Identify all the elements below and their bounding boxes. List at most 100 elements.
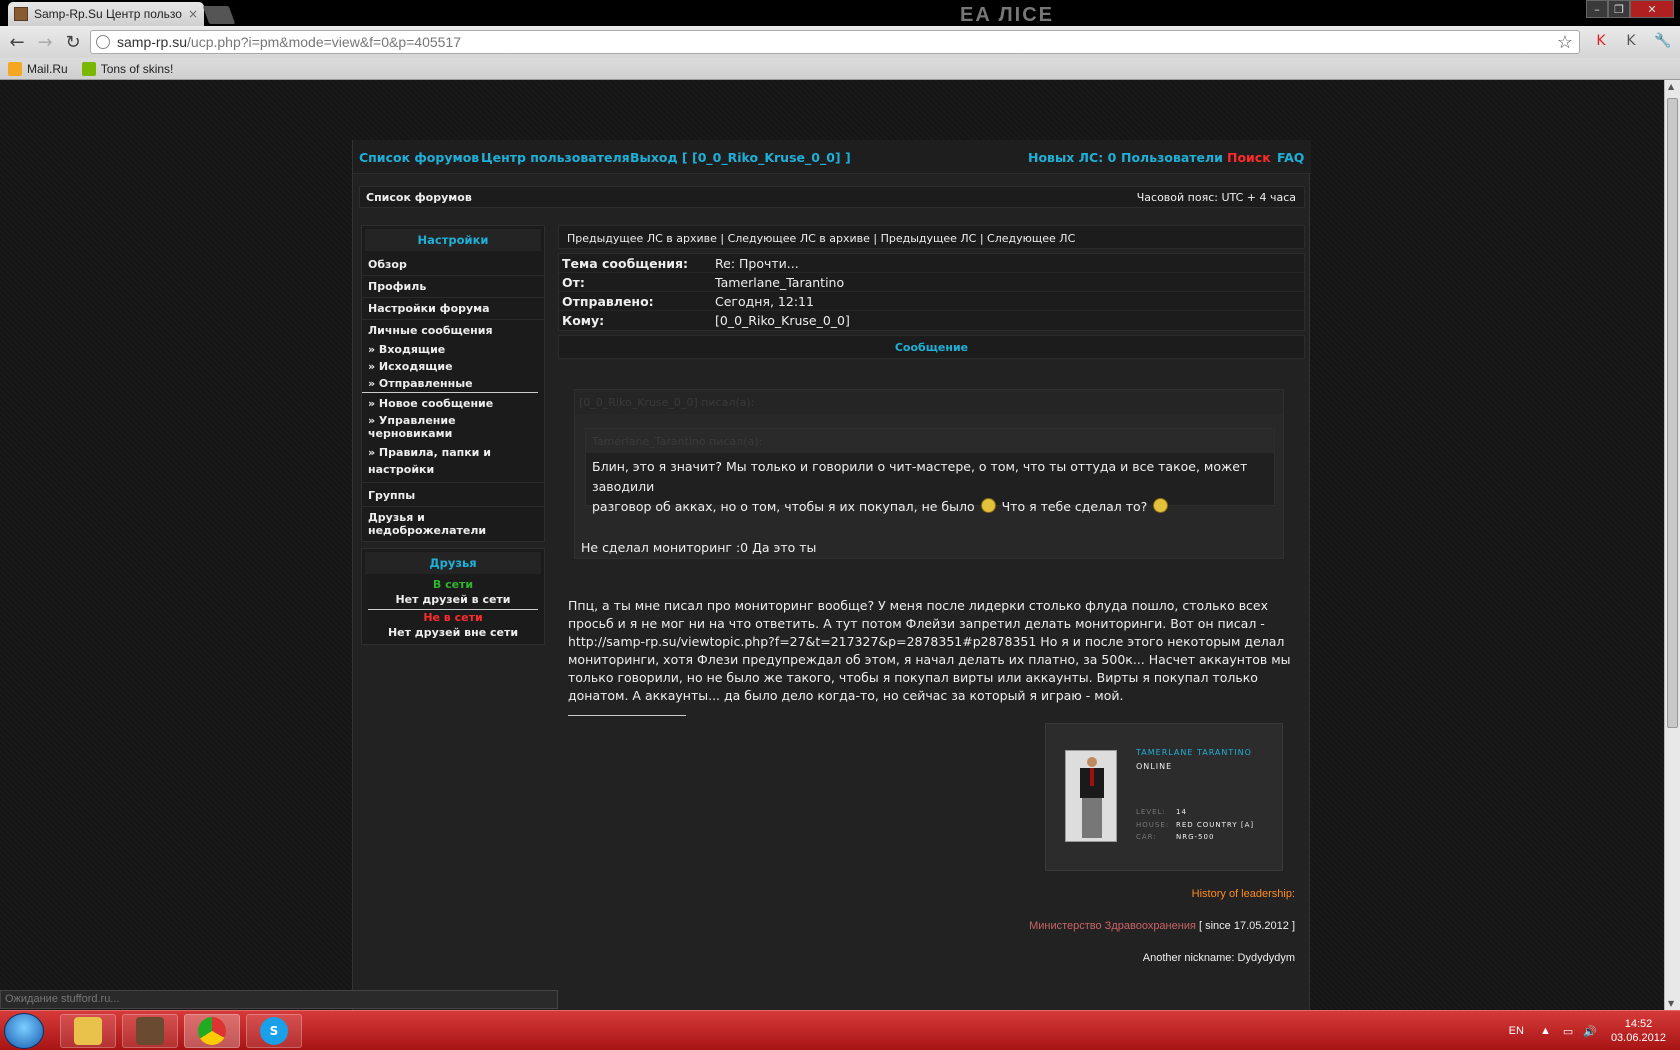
taskbar-samp[interactable] [122,1014,178,1048]
to-value[interactable]: [0_0_Riko_Kruse_0_0] [715,313,850,328]
tab-close-icon[interactable]: × [184,7,198,21]
pm-outbox-link[interactable]: » Исходящие [362,358,544,375]
inner-quote-text: Блин, это я значит? Мы только и говорили… [586,453,1274,521]
friends-title: Друзья [365,552,541,574]
bookmarks-bar: Mail.Ru Tons of skins! [0,58,1680,80]
breadcrumb-forum-list[interactable]: Список форумов [366,191,472,204]
from-value[interactable]: Tamerlane_Tarantino [715,275,844,290]
sidebar-item-private-messages[interactable]: Личные сообщения [362,320,544,341]
pm-subject-row: Тема сообщения: Re: Прочти... [559,254,1304,273]
pm-sent-row: Отправлено: Сегодня, 12:11 [559,292,1304,311]
message-text: Ппц, а ты мне писал про мониторинг вообщ… [568,598,1291,703]
scrollbar-thumb[interactable] [1667,98,1678,728]
minimize-button[interactable]: – [1586,0,1608,18]
friends-panel: Друзья В сети Нет друзей в сети Не в сет… [361,548,545,645]
inner-quote-line-2: разговор об акках, но о том, чтобы я их … [592,499,975,514]
clock-time: 14:52 [1624,1018,1653,1030]
sidebar-item-friends-foes[interactable]: Друзья и недоброжелатели [362,507,544,541]
scroll-down-arrow-icon[interactable]: ▼ [1668,999,1678,1008]
page-scrollbar[interactable]: ▲ ▼ [1664,80,1680,1010]
extension-icon[interactable]: K [1622,32,1640,50]
pm-compose-link[interactable]: » Новое сообщение [362,393,544,412]
system-tray: EN ▲ ▭ 🔊 14:52 03.06.2012 [1509,1011,1680,1050]
online-none: Нет друзей в сети [368,592,538,610]
pm-drafts-link[interactable]: » Управление черновиками [362,412,544,442]
nav-ucp-link[interactable]: Центр пользователя [481,150,630,165]
online-label: В сети [432,578,474,591]
network-icon[interactable]: ▭ [1563,1025,1573,1038]
sidebar-item-overview[interactable]: Обзор [362,254,544,276]
wrench-icon[interactable]: 🔧 [1654,32,1672,50]
bookmark-tons-of-skins[interactable]: Tons of skins! [81,61,174,76]
sig-player-status: ONLINE [1136,762,1173,771]
forum-container: Список форумов Центр пользователя Выход … [352,140,1311,1010]
from-label: От: [562,274,585,290]
skype-icon: S [260,1017,288,1045]
address-bar[interactable]: samp-rp.su/ucp.php?i=pm&mode=view&f=0&p=… [90,30,1580,54]
sig-level-value: 14 [1176,808,1187,816]
maximize-button[interactable]: ❐ [1608,0,1630,18]
globe-icon [96,35,110,49]
nav-faq-link[interactable]: FAQ [1277,150,1304,165]
speech-bubble-icon [81,61,96,76]
site-favicon-icon [14,7,28,21]
bookmark-label: Tons of skins! [100,61,174,76]
ucp-sidebar: Настройки Обзор Профиль Настройки форума… [361,225,545,645]
sig-house-value: RED COUNTRY [A] [1176,821,1255,829]
url-host: samp-rp.su [117,34,188,50]
ministry-line: Министерство Здравоохранения [ since 17.… [1029,920,1295,932]
inner-quote-author: Tamerlane_Tarantino писал(а): [586,429,1274,453]
bookmark-mailru[interactable]: Mail.Ru [8,61,68,76]
pm-inbox-link[interactable]: » Входящие [362,341,544,358]
samp-game-icon [136,1017,164,1045]
browser-tab[interactable]: Samp-Rp.Su Центр пользо × [8,2,204,26]
settings-title: Настройки [365,229,541,251]
sidebar-item-board-prefs[interactable]: Настройки форума [362,298,544,320]
taskbar-skype[interactable]: S [246,1014,302,1048]
reload-icon[interactable]: ↻ [62,31,84,53]
offline-label: Не в сети [423,611,483,624]
close-window-button[interactable]: ✕ [1630,0,1674,18]
pm-rules-link[interactable]: » Правила, папки и настройки [362,442,544,483]
sidebar-item-groups[interactable]: Группы [362,483,544,507]
pm-from-row: От: Tamerlane_Tarantino [559,273,1304,292]
inner-quote-line-3: Что я тебе сделал то? [1001,499,1148,514]
inner-quote-line-1: Блин, это я значит? Мы только и говорили… [592,459,1248,494]
sig-car-label: CAR: [1136,833,1157,841]
scroll-up-arrow-icon[interactable]: ▲ [1668,82,1678,91]
forum-top-nav: Список форумов Центр пользователя Выход … [353,140,1311,174]
nav-new-pm-link[interactable]: Новых ЛС: 0 [1028,150,1116,165]
pm-navigation[interactable]: Предыдущее ЛС в архиве | Следующее ЛС в … [558,225,1305,249]
player-signature-card: TAMERLANE TARANTINO ONLINE LEVEL: 14 HOU… [1045,723,1283,871]
sig-house-label: HOUSE: [1136,821,1170,829]
bookmark-star-icon[interactable]: ☆ [1557,32,1573,53]
windows-taskbar: S EN ▲ ▭ 🔊 14:52 03.06.2012 [0,1010,1680,1050]
nav-users-link[interactable]: Пользователи [1121,150,1223,165]
inner-quote: Tamerlane_Tarantino писал(а): Блин, это … [585,428,1275,514]
pm-sent-link[interactable]: » Отправленные [362,375,538,393]
nav-forum-list-link[interactable]: Список форумов [359,150,479,165]
timezone-label: Часовой пояс: UTC + 4 часа [1136,191,1296,204]
nav-logout-link[interactable]: Выход [ [0_0_Riko_Kruse_0_0] ] [630,150,851,165]
browser-status-bar: Ожидание stufford.ru... [0,990,558,1009]
tray-expand-icon[interactable]: ▲ [1540,1025,1551,1037]
forward-arrow-icon[interactable]: → [34,31,56,53]
volume-icon[interactable]: 🔊 [1583,1025,1597,1038]
new-tab-button[interactable] [202,6,236,24]
player-skin-avatar [1065,750,1117,842]
folder-icon [74,1017,102,1045]
sidebar-item-profile[interactable]: Профиль [362,276,544,298]
taskbar-chrome[interactable] [184,1014,240,1048]
sig-car-value: NRG-500 [1176,833,1215,841]
url-path: /ucp.php?i=pm&mode=view&f=0&p=405517 [187,34,462,50]
start-button[interactable] [4,1013,44,1049]
nav-search-link[interactable]: Поиск [1227,150,1271,165]
kaspersky-icon[interactable]: K [1592,32,1610,50]
back-arrow-icon[interactable]: ← [6,31,28,53]
settings-panel: Настройки Обзор Профиль Настройки форума… [361,225,545,542]
taskbar-explorer[interactable] [60,1014,116,1048]
sig-player-name: TAMERLANE TARANTINO [1136,748,1252,757]
clock[interactable]: 14:52 03.06.2012 [1611,1017,1666,1045]
outer-quote-author: [0_0_Riko_Kruse_0_0] писал(а): [575,390,1283,414]
language-indicator[interactable]: EN [1509,1025,1524,1037]
